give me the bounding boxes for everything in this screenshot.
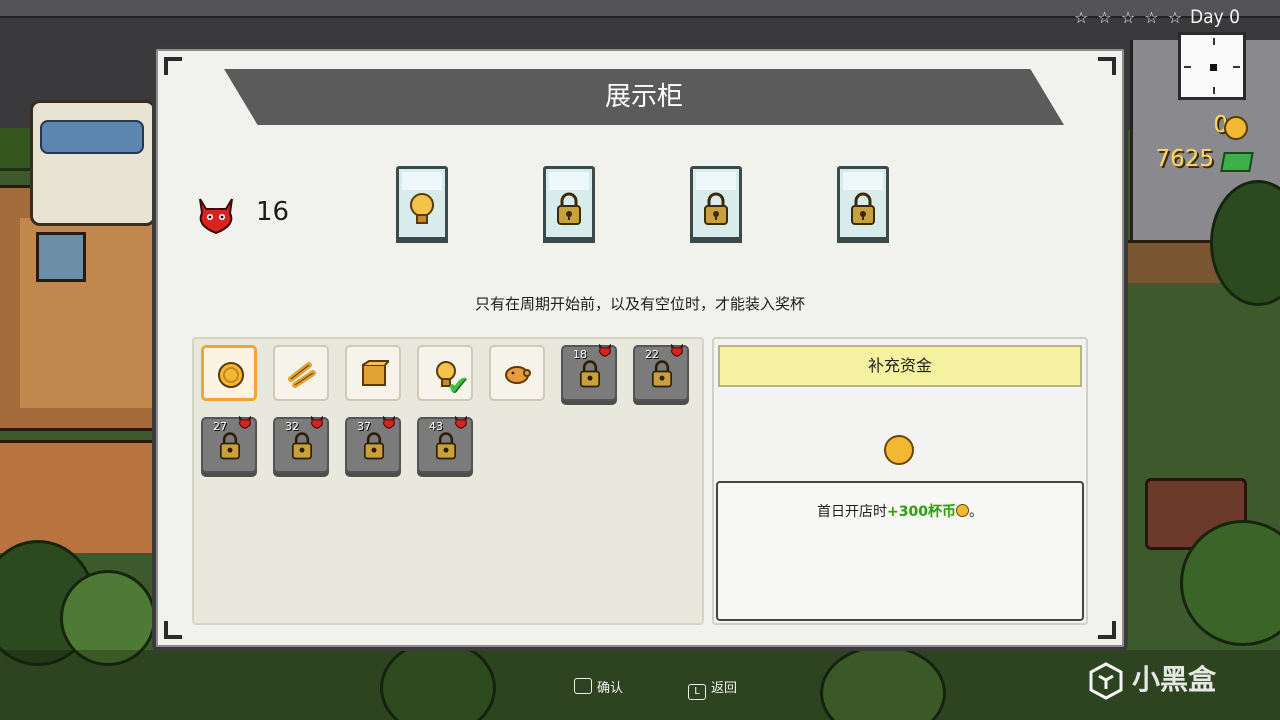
- clock-icon: [1178, 32, 1246, 100]
- bed: [30, 100, 156, 226]
- panel-corner: [1098, 57, 1116, 75]
- description-text: 首日开店时: [817, 504, 888, 520]
- display-slot-1[interactable]: [396, 166, 448, 243]
- trophy-detail-panel: 补充资金 首日开店时+300杯币。: [712, 337, 1088, 625]
- wall-painting: [36, 232, 86, 282]
- watermark: 小黑盒: [1132, 663, 1217, 696]
- confirm-prompt[interactable]: 确认: [574, 677, 623, 696]
- trophy-slot-wood-block[interactable]: [345, 345, 401, 401]
- coin-icon: [1224, 116, 1248, 140]
- wooden-floor: [0, 440, 160, 553]
- horned-demon-icon: [238, 416, 252, 429]
- rating-stars: ☆ ☆ ☆ ☆ ☆: [1074, 8, 1185, 27]
- day-counter: Day 0: [1190, 6, 1241, 28]
- lock-icon: [557, 192, 581, 225]
- display-slot-4[interactable]: [837, 166, 889, 243]
- horned-demon-icon: [310, 416, 324, 429]
- locked-trophy-slot[interactable]: 22: [633, 344, 689, 401]
- lock-icon: [704, 192, 728, 225]
- coin-trophy-icon: [218, 362, 244, 388]
- description-suffix: 。: [968, 504, 983, 520]
- lightbulb-trophy-icon: [410, 193, 434, 224]
- trophy-description: 首日开店时+300杯币。: [716, 481, 1084, 621]
- trophy-slot-lightbulb[interactable]: ✔: [417, 345, 473, 401]
- trophy-inventory: ✔ 18 22 27 32 37 43: [192, 337, 704, 625]
- lock-icon: [436, 432, 456, 460]
- lock-icon: [292, 432, 312, 460]
- trophy-slot-coin[interactable]: [201, 345, 257, 401]
- panel-corner: [1098, 621, 1116, 639]
- wood-block-trophy-icon: [362, 360, 389, 386]
- back-key-icon: L: [688, 684, 706, 700]
- horned-demon-icon: [199, 198, 233, 235]
- back-label: 返回: [711, 681, 738, 696]
- trophy-name: 补充资金: [718, 345, 1082, 387]
- display-slot-3[interactable]: [690, 166, 742, 243]
- trophy-slot-bones[interactable]: [273, 345, 329, 401]
- horned-demon-icon: [454, 416, 468, 429]
- equip-notice: 只有在周期开始前，以及有空位时，才能装入奖杯: [474, 295, 805, 313]
- horned-demon-icon: [382, 416, 396, 429]
- description-bonus: +300杯币: [887, 504, 956, 520]
- lock-icon: [220, 432, 240, 460]
- panel-title: 展示柜: [604, 82, 683, 112]
- panel-corner: [164, 57, 182, 75]
- pillow: [40, 120, 144, 154]
- piggy-bank-trophy-icon: [505, 366, 531, 384]
- coin-icon: [955, 504, 969, 517]
- locked-trophy-slot[interactable]: 32: [273, 416, 329, 473]
- trophy-slot-piggy-bank[interactable]: [489, 345, 545, 401]
- trophy-count: 16: [256, 197, 290, 227]
- lock-icon: [652, 360, 672, 388]
- locked-trophy-slot[interactable]: 27: [201, 416, 257, 473]
- equipped-check-icon: ✔: [447, 371, 469, 401]
- heybox-logo-icon: [1089, 662, 1123, 700]
- cash-icon: [1220, 152, 1254, 172]
- lock-icon: [364, 432, 384, 460]
- lock-icon: [580, 360, 600, 388]
- panel-corner: [164, 621, 182, 639]
- display-slot-2[interactable]: [543, 166, 595, 243]
- confirm-key-icon: [574, 678, 592, 694]
- horned-demon-icon: [598, 344, 612, 357]
- locked-trophy-slot[interactable]: 37: [345, 416, 401, 473]
- bones-trophy-icon: [288, 362, 316, 388]
- confirm-label: 确认: [597, 681, 624, 696]
- cash-balance: 7625: [1155, 146, 1214, 172]
- back-prompt[interactable]: L 返回: [688, 677, 737, 700]
- lock-icon: [851, 192, 875, 225]
- locked-trophy-slot[interactable]: 18: [561, 344, 617, 401]
- locked-trophy-slot[interactable]: 43: [417, 416, 473, 473]
- horned-demon-icon: [670, 344, 684, 357]
- display-cabinet-panel: 展示柜 16 只有在周期开始前，以及有空位时，才能装入奖杯 ✔ 18 22 27…: [152, 45, 1128, 651]
- coin-trophy-icon: [884, 435, 914, 465]
